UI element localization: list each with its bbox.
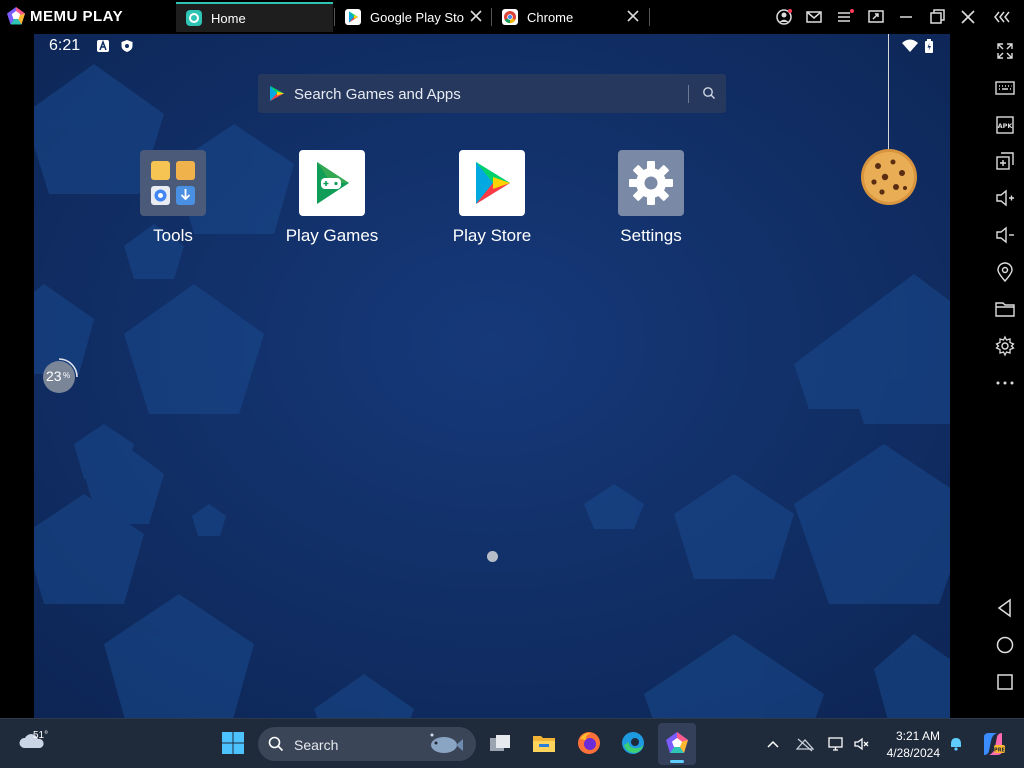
notification-bell-icon[interactable] xyxy=(948,736,964,752)
copilot-icon[interactable]: PRE xyxy=(980,731,1006,757)
clock-date: 4/28/2024 xyxy=(886,746,940,760)
account-icon[interactable] xyxy=(774,7,794,27)
weather-temperature: 51° xyxy=(33,730,49,741)
play-store-icon xyxy=(459,150,525,216)
cookie-icon[interactable] xyxy=(860,148,918,206)
search-placeholder: Search Games and Apps xyxy=(294,86,461,103)
gauge-unit: % xyxy=(63,371,71,380)
memu-taskbar-button[interactable] xyxy=(658,723,696,765)
windows-taskbar: 51° Search 3:21 AM 4/28/2024 PRE xyxy=(0,718,1024,768)
tab-google-play-store[interactable]: Google Play Store xyxy=(335,2,491,32)
tools-folder-icon xyxy=(140,150,206,216)
status-time: 6:21 xyxy=(49,37,81,54)
network-off-icon[interactable] xyxy=(796,736,814,752)
brand-name: MEMU PLAY xyxy=(30,7,124,25)
fullscreen-icon[interactable] xyxy=(994,40,1016,62)
app-search-bar[interactable]: Search Games and Apps xyxy=(258,74,726,113)
memu-icon xyxy=(666,732,688,753)
location-icon[interactable] xyxy=(994,261,1016,283)
android-home-screen[interactable]: 6:21 Search Games and Apps Tools Play Ga… xyxy=(34,34,950,718)
screen-share-icon[interactable] xyxy=(866,7,886,27)
app-label: Tools xyxy=(153,226,193,245)
edge-icon[interactable] xyxy=(620,730,646,756)
firefox-icon[interactable] xyxy=(576,730,602,756)
chevron-up-icon[interactable] xyxy=(765,736,781,752)
taskbar-search-label: Search xyxy=(294,737,339,753)
volume-muted-icon[interactable] xyxy=(853,736,869,752)
tab-divider xyxy=(649,8,650,26)
memu-home-icon xyxy=(186,10,202,26)
wallpaper xyxy=(34,34,950,718)
home-circle-icon[interactable] xyxy=(994,634,1016,656)
more-icon[interactable] xyxy=(994,372,1016,394)
shield-icon xyxy=(121,40,133,52)
display-icon[interactable] xyxy=(828,736,844,752)
tab-label: Home xyxy=(211,10,246,26)
page-indicator xyxy=(487,551,498,562)
apk-install-icon[interactable]: APK xyxy=(994,114,1016,136)
title-bar: MEMU PLAY Home Google Play Store xyxy=(0,0,1024,34)
close-tab-icon[interactable] xyxy=(469,9,483,23)
app-play-store[interactable]: Play Store xyxy=(437,150,547,246)
play-games-icon xyxy=(299,150,365,216)
tab-label: Google Play Store xyxy=(370,9,464,25)
taskbar-clock[interactable]: 3:21 AM 4/28/2024 xyxy=(880,728,940,762)
collapse-icon[interactable] xyxy=(992,7,1012,27)
tab-chrome[interactable]: Chrome xyxy=(492,2,648,32)
cookie-string xyxy=(888,34,889,154)
start-icon[interactable] xyxy=(220,730,246,756)
play-store-icon xyxy=(345,9,361,25)
back-icon[interactable] xyxy=(994,597,1016,619)
chrome-icon xyxy=(502,9,518,25)
close-icon[interactable] xyxy=(958,7,978,27)
memu-logo: MEMU PLAY xyxy=(6,6,123,26)
search-highlight-fish-icon xyxy=(430,733,463,753)
memory-gauge-widget[interactable]: 23 % xyxy=(38,356,80,398)
app-label: Play Store xyxy=(452,226,532,245)
wifi-icon xyxy=(902,39,918,52)
battery-icon xyxy=(925,39,933,53)
memu-logo-icon xyxy=(7,7,25,25)
keyboard-mapping-icon[interactable] xyxy=(994,77,1016,99)
search-icon[interactable] xyxy=(702,86,716,100)
notification-a-icon xyxy=(97,39,109,52)
tab-label: Chrome xyxy=(527,9,574,25)
search-icon xyxy=(268,736,284,752)
settings-gear-icon xyxy=(618,150,684,216)
tab-home[interactable]: Home xyxy=(176,2,333,32)
task-view-icon[interactable] xyxy=(487,730,513,756)
multi-instance-icon[interactable] xyxy=(994,150,1016,172)
active-indicator xyxy=(670,760,684,763)
folder-icon[interactable] xyxy=(994,298,1016,320)
close-tab-icon[interactable] xyxy=(626,9,640,23)
app-play-games[interactable]: Play Games xyxy=(277,150,387,246)
minimize-icon[interactable] xyxy=(896,7,916,27)
taskbar-search-box[interactable]: Search xyxy=(258,727,476,761)
app-label: Play Games xyxy=(285,226,379,245)
volume-down-icon[interactable] xyxy=(994,224,1016,246)
app-settings[interactable]: Settings xyxy=(596,150,706,246)
volume-up-icon[interactable] xyxy=(994,187,1016,209)
svg-text:PRE: PRE xyxy=(994,748,1006,754)
app-tools[interactable]: Tools xyxy=(118,150,228,246)
menu-icon[interactable] xyxy=(835,7,855,27)
clock-time: 3:21 AM xyxy=(895,729,940,743)
settings-icon[interactable] xyxy=(994,335,1016,357)
play-store-icon xyxy=(270,86,284,101)
file-explorer-icon[interactable] xyxy=(531,730,557,756)
app-label: Settings xyxy=(620,226,682,245)
gauge-value: 23 xyxy=(46,368,62,384)
search-divider xyxy=(688,85,689,103)
recents-icon[interactable] xyxy=(994,671,1016,693)
emulator-toolbar: APK xyxy=(986,34,1024,718)
svg-text:APK: APK xyxy=(998,122,1014,130)
restore-icon[interactable] xyxy=(927,7,947,27)
mail-icon[interactable] xyxy=(804,7,824,27)
